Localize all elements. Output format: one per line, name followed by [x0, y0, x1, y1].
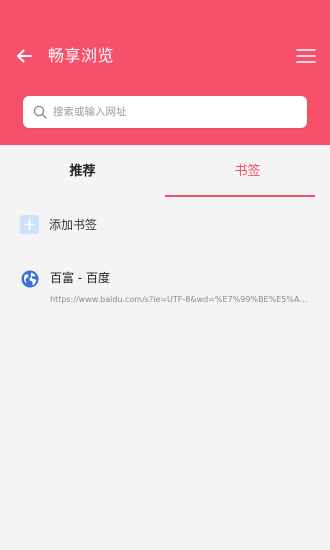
active-tab-indicator: [165, 195, 315, 197]
search-box[interactable]: [23, 96, 307, 128]
tab-recommend[interactable]: 推荐: [0, 145, 165, 198]
page-title: 畅享浏览: [48, 46, 115, 65]
app-screen: 畅享浏览 推荐 书签 添加书签 百富 - 百: [0, 0, 330, 550]
hamburger-menu-icon[interactable]: [295, 46, 317, 66]
add-bookmark-button[interactable]: 添加书签: [20, 214, 310, 236]
bookmark-title: 百富 - 百度: [50, 271, 110, 285]
add-bookmark-label: 添加书签: [49, 218, 98, 232]
tab-bookmarks[interactable]: 书签: [165, 145, 330, 198]
plus-icon: [20, 215, 39, 234]
tab-bar: 推荐 书签: [0, 145, 330, 198]
bookmark-item[interactable]: 百富 - 百度 https://www.baidu.com/s?ie=UTF-8…: [20, 266, 315, 308]
back-arrow-icon[interactable]: [13, 45, 35, 67]
globe-icon: [21, 270, 39, 288]
search-icon: [33, 105, 47, 119]
bookmark-url: https://www.baidu.com/s?ie=UTF-8&wd=%E7%…: [50, 295, 312, 304]
search-input[interactable]: [53, 96, 293, 128]
app-header: 畅享浏览: [0, 0, 330, 145]
